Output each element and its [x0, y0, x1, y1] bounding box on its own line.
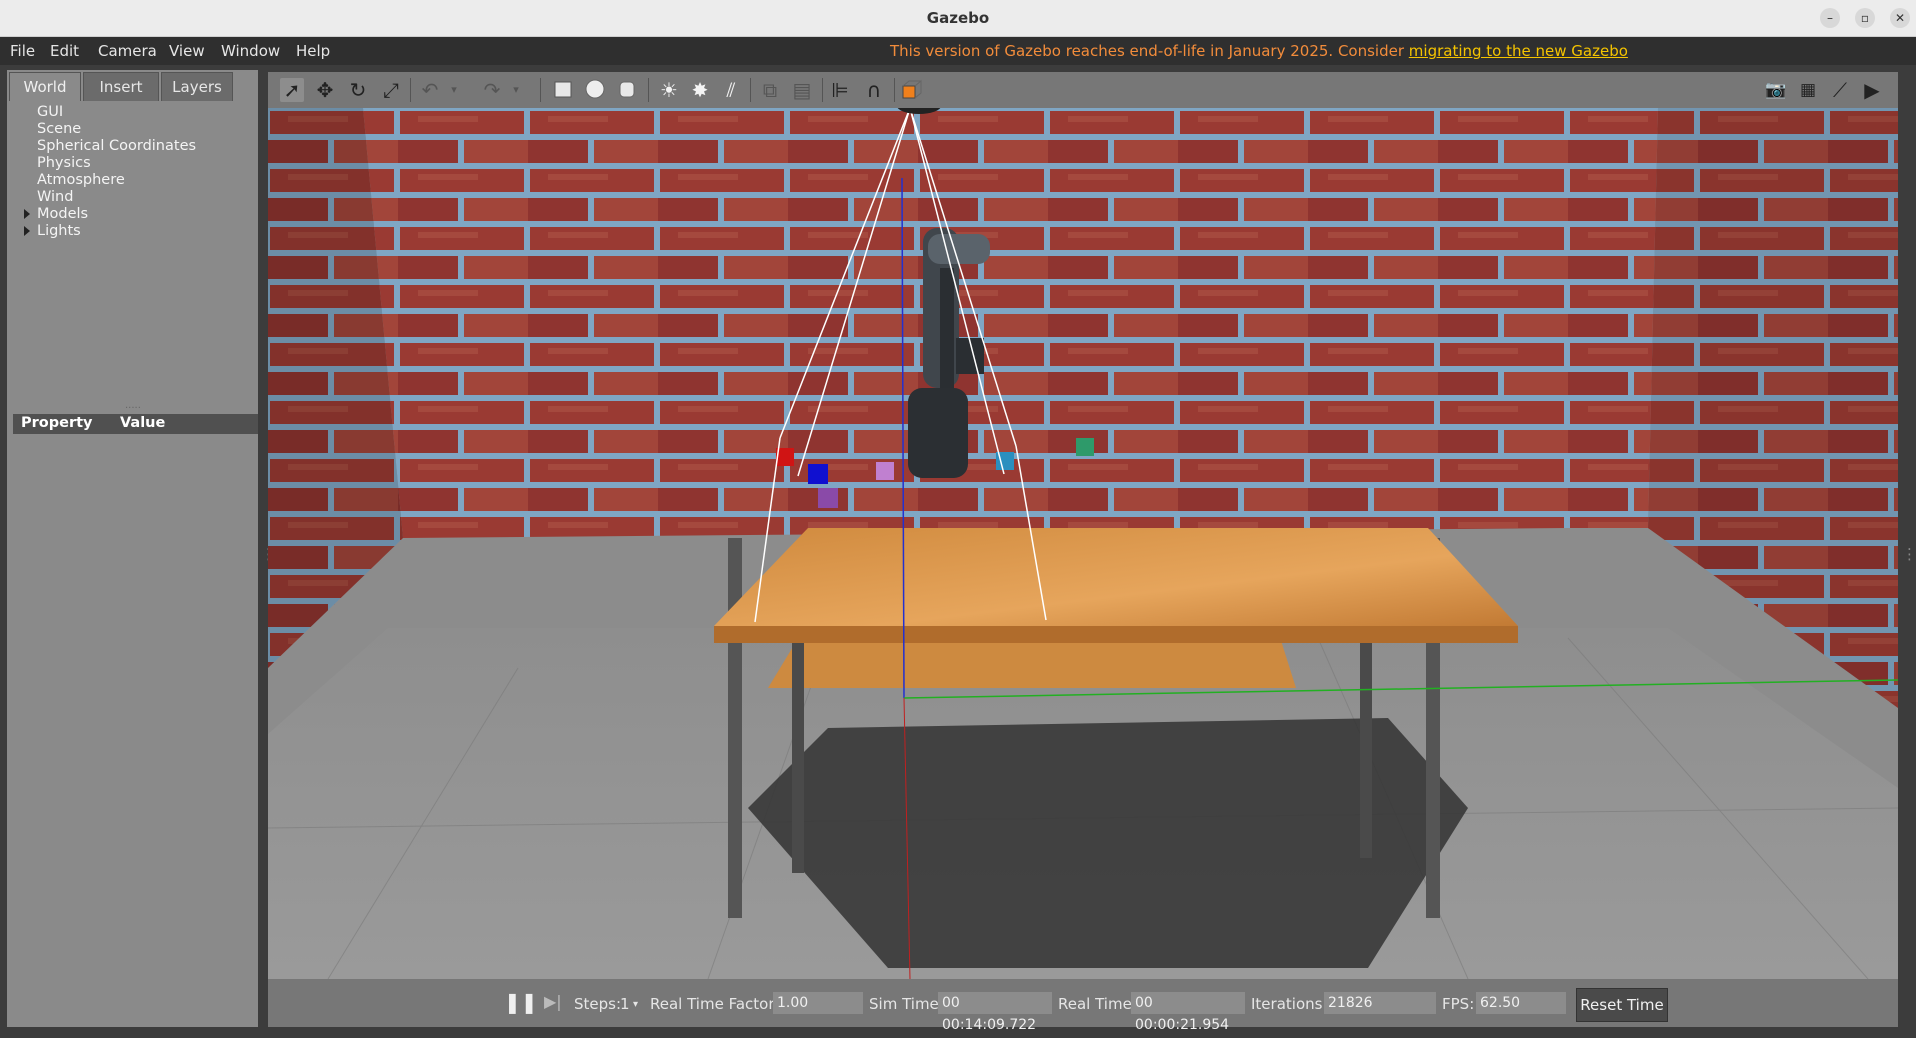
fps-field: 62.50: [1476, 992, 1566, 1014]
menu-bar: File Edit Camera View Window Help This v…: [0, 37, 1916, 65]
align-icon[interactable]: ⊫: [828, 78, 852, 102]
real-time-label: Real Time:: [1058, 995, 1137, 1013]
directional-light-icon[interactable]: ⫽: [719, 78, 743, 102]
status-bar: ❚❚ ▶| Steps: 1 ▾ Real Time Factor: 1.00 …: [268, 979, 1898, 1033]
tree-item-gui[interactable]: GUI: [37, 104, 63, 120]
iterations-field: 21826: [1324, 992, 1436, 1014]
expand-arrow-icon[interactable]: [24, 209, 30, 219]
sim-time-label: Sim Time:: [869, 995, 944, 1013]
spot-light-icon[interactable]: ✸: [688, 78, 712, 102]
point-light-icon[interactable]: ☀: [657, 78, 681, 102]
rotate-mode-icon[interactable]: ↻: [346, 78, 370, 102]
real-time-field: 00 00:00:21.954: [1131, 992, 1245, 1033]
record-video-icon[interactable]: ▶: [1860, 78, 1884, 102]
splitter-handle[interactable]: .....: [125, 400, 145, 411]
menu-file[interactable]: File: [10, 42, 35, 60]
left-panel: World Insert Layers GUI Scene Spherical …: [7, 70, 258, 1027]
value-column-header: Value: [120, 415, 166, 431]
tab-layers[interactable]: Layers: [161, 72, 233, 101]
close-button[interactable]: ✕: [1890, 8, 1910, 28]
tab-world[interactable]: World: [9, 72, 81, 101]
log-icon[interactable]: ▦: [1796, 78, 1820, 102]
toolbar: ➚ ✥ ↻ ⤢ ↶ ▾ ↷ ▾ ☀ ✸ ⫽ ⧉ ▤ ⊫ ∩ 📷 ▦ ⟋ ▶: [268, 72, 1898, 108]
rtf-label: Real Time Factor:: [650, 995, 780, 1013]
change-view-icon[interactable]: [900, 78, 924, 102]
eol-notice-text: This version of Gazebo reaches end-of-li…: [890, 42, 1409, 60]
tree-item-models-label: Models: [37, 206, 89, 222]
box-shape-icon[interactable]: [551, 78, 575, 102]
cube-green[interactable]: [1076, 438, 1094, 456]
window-title: Gazebo: [926, 9, 990, 27]
menu-camera[interactable]: Camera: [98, 42, 157, 60]
scene-render: [268, 108, 1898, 979]
window-title-bar: Gazebo – ▫ ✕: [0, 0, 1916, 37]
left-panel-grip[interactable]: ⋮: [261, 545, 276, 563]
property-table-header: Property Value: [13, 414, 258, 434]
redo-icon[interactable]: ↷: [480, 78, 504, 102]
migrate-link[interactable]: migrating to the new Gazebo: [1409, 42, 1628, 60]
steps-label: Steps:: [574, 995, 622, 1013]
tab-insert[interactable]: Insert: [83, 72, 159, 101]
copy-icon[interactable]: ⧉: [758, 78, 782, 102]
tree-item-wind[interactable]: Wind: [37, 189, 73, 205]
undo-history-icon[interactable]: ▾: [442, 78, 466, 102]
tree-item-atmosphere[interactable]: Atmosphere: [37, 172, 125, 188]
screenshot-icon[interactable]: 📷: [1764, 78, 1788, 102]
cube-purple[interactable]: [818, 488, 838, 508]
sim-time-field: 00 00:14:09.722: [938, 992, 1052, 1033]
steps-dropdown-icon[interactable]: ▾: [633, 999, 638, 1010]
cube-blue[interactable]: [808, 464, 828, 484]
right-panel-grip[interactable]: ⋮: [1902, 545, 1916, 563]
maximize-button[interactable]: ▫: [1855, 8, 1875, 28]
fps-label: FPS:: [1442, 995, 1475, 1013]
tree-item-lights-label: Lights: [37, 223, 81, 239]
scale-mode-icon[interactable]: ⤢: [379, 78, 403, 102]
pause-icon[interactable]: ❚❚: [504, 990, 538, 1014]
3d-viewport[interactable]: [268, 108, 1898, 979]
step-icon[interactable]: ▶|: [544, 992, 562, 1011]
menu-edit[interactable]: Edit: [50, 42, 79, 60]
cylinder-shape-icon[interactable]: [615, 78, 639, 102]
undo-icon[interactable]: ↶: [418, 78, 442, 102]
rtf-field: 1.00: [773, 992, 863, 1014]
sphere-shape-icon[interactable]: [583, 78, 607, 102]
paste-icon[interactable]: ▤: [790, 78, 814, 102]
snap-icon[interactable]: ∩: [862, 78, 886, 102]
tree-item-spherical-coordinates[interactable]: Spherical Coordinates: [37, 138, 196, 154]
minimize-button[interactable]: –: [1820, 8, 1840, 28]
iterations-label: Iterations:: [1251, 995, 1328, 1013]
plot-icon[interactable]: ⟋: [1828, 78, 1852, 102]
cube-lavender[interactable]: [876, 462, 894, 480]
property-column-header: Property: [21, 415, 93, 431]
tree-item-lights[interactable]: Lights: [24, 223, 81, 239]
redo-history-icon[interactable]: ▾: [504, 78, 528, 102]
menu-help[interactable]: Help: [296, 42, 330, 60]
eol-notice: This version of Gazebo reaches end-of-li…: [890, 42, 1628, 60]
tree-item-physics[interactable]: Physics: [37, 155, 91, 171]
select-mode-icon[interactable]: ➚: [280, 78, 304, 102]
steps-value[interactable]: 1: [620, 995, 630, 1013]
tree-item-scene[interactable]: Scene: [37, 121, 81, 137]
reset-time-button[interactable]: Reset Time: [1576, 988, 1668, 1022]
menu-view[interactable]: View: [169, 42, 205, 60]
tree-item-models[interactable]: Models: [24, 206, 89, 222]
translate-mode-icon[interactable]: ✥: [313, 78, 337, 102]
expand-arrow-icon[interactable]: [24, 226, 30, 236]
menu-window[interactable]: Window: [221, 42, 280, 60]
